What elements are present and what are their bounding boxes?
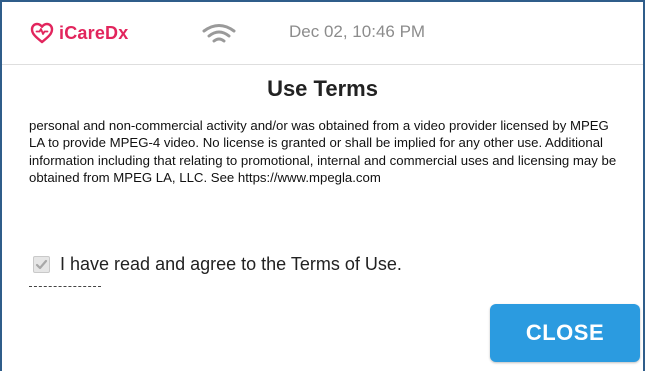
agree-checkbox[interactable] [33, 256, 50, 273]
terms-text: personal and non-commercial activity and… [29, 118, 617, 186]
close-button-label: CLOSE [525, 320, 605, 345]
header-divider [2, 64, 643, 65]
checkmark-icon [35, 259, 48, 270]
heart-pulse-icon [30, 22, 54, 44]
agree-checkbox-label[interactable]: I have read and agree to the Terms of Us… [60, 254, 402, 275]
status-header: iCareDx Dec 02, 10:46 PM [2, 2, 643, 64]
wifi-icon [202, 24, 236, 43]
page-title: Use Terms [267, 76, 378, 101]
separator-dashes [29, 286, 101, 288]
close-button[interactable]: CLOSE [490, 304, 640, 362]
brand-logo: iCareDx [30, 19, 128, 47]
brand-name: iCareDx [59, 22, 129, 43]
agree-checkbox-row[interactable]: I have read and agree to the Terms of Us… [33, 254, 402, 275]
status-datetime: Dec 02, 10:46 PM [289, 22, 426, 41]
